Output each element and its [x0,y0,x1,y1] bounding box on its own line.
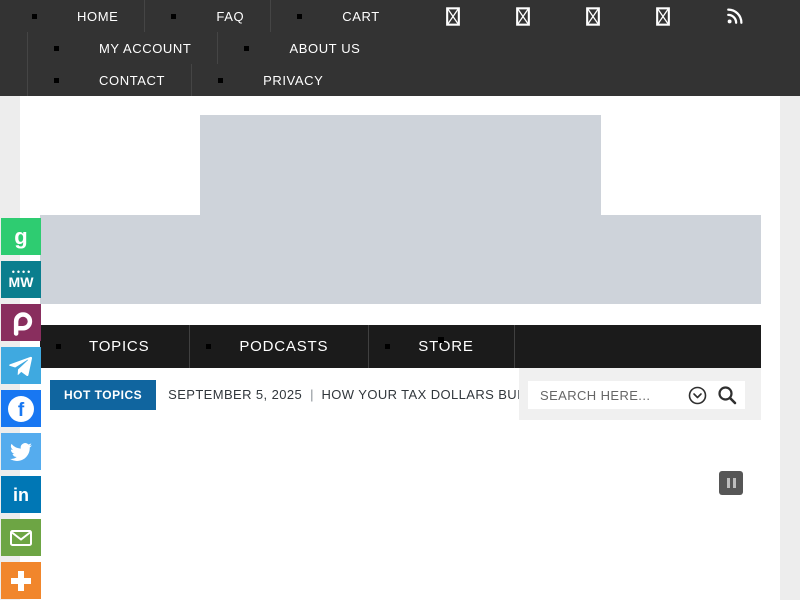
ticker-headline-link[interactable]: HOW YOUR TAX DOLLARS BUILT [322,387,520,402]
mewe-icon: ••••MW [9,270,34,289]
social-link-2[interactable] [516,7,530,26]
submenu-indicator-icon [438,337,444,343]
telegram-icon [9,354,33,378]
social-link-3[interactable] [586,7,600,26]
share-more-button[interactable] [1,562,41,599]
nav-item-home[interactable]: HOME [6,0,144,32]
nav-item-my-account[interactable]: MY ACCOUNT [27,32,217,64]
nav-item-contact[interactable]: CONTACT [27,64,191,96]
social-link-1[interactable] [446,7,460,26]
missing-glyph-icon [586,7,600,26]
search-filter-toggle[interactable] [686,384,709,407]
nav-item-faq[interactable]: FAQ [144,0,270,32]
utility-menu-row-3: CONTACT PRIVACY [0,64,800,96]
plus-icon [11,571,31,591]
social-link-4[interactable] [656,7,670,26]
search-input[interactable] [528,388,686,403]
parler-icon [8,310,34,336]
logo-placeholder [200,115,601,215]
facebook-icon: f [8,396,34,422]
missing-glyph-icon [446,7,460,26]
nav-item-about-us[interactable]: ABOUT US [217,32,386,64]
twitter-icon [10,441,32,463]
pause-icon [733,478,736,488]
hot-topics-badge: HOT TOPICS [50,380,156,410]
share-mewe-button[interactable]: ••••MW [1,261,41,298]
ticker-pause-button[interactable] [719,471,743,495]
search-submit-button[interactable] [715,383,739,407]
nav-item-privacy[interactable]: PRIVACY [191,64,349,96]
bullet-icon [206,344,211,349]
main-nav-item-topics[interactable]: TOPICS [40,325,190,368]
top-utility-bar: HOME FAQ CART MY ACCOUNT ABOUT US CONTAC… [0,0,800,96]
ticker-separator: | [310,387,313,402]
linkedin-icon: in [13,486,29,504]
main-nav: TOPICS PODCASTS STORE [40,325,761,368]
bullet-icon [54,46,59,51]
nav-label: CART [342,9,380,24]
main-nav-label: TOPICS [89,338,149,355]
main-nav-item-podcasts[interactable]: PODCASTS [190,325,369,368]
missing-glyph-icon [656,7,670,26]
bullet-icon [171,14,176,19]
news-ticker: HOT TOPICS SEPTEMBER 5, 2025 | HOW YOUR … [40,369,519,420]
bullet-icon [54,78,59,83]
share-facebook-button[interactable]: f [1,390,41,427]
share-linkedin-button[interactable]: in [1,476,41,513]
share-telegram-button[interactable] [1,347,41,384]
bullet-icon [244,46,249,51]
main-nav-label: STORE [418,338,473,355]
nav-label: MY ACCOUNT [99,41,191,56]
missing-glyph-icon [516,7,530,26]
share-email-button[interactable] [1,519,41,556]
search-icon [717,385,737,405]
ticker-date: SEPTEMBER 5, 2025 [168,387,302,402]
nav-item-cart[interactable]: CART [270,0,406,32]
nav-label: FAQ [216,9,244,24]
hot-topics-bar: HOT TOPICS SEPTEMBER 5, 2025 | HOW YOUR … [40,369,761,420]
share-twitter-button[interactable] [1,433,41,470]
webpage: HOME FAQ CART MY ACCOUNT ABOUT US CONTAC… [0,0,800,600]
nav-label: CONTACT [99,73,165,88]
nav-label: PRIVACY [263,73,323,88]
bullet-icon [385,344,390,349]
bullet-icon [297,14,302,19]
share-parler-button[interactable] [1,304,41,341]
search-box [528,381,745,409]
gab-icon: g [14,226,27,248]
pause-icon [727,478,730,488]
page-body: TOPICS PODCASTS STORE HOT TOPICS SEPTEMB… [20,96,780,600]
main-nav-item-store[interactable]: STORE [369,325,514,368]
nav-label: HOME [77,9,118,24]
nav-label: ABOUT US [289,41,360,56]
rss-icon [726,7,744,25]
email-icon [9,528,33,548]
header-social-links [446,0,744,32]
share-sidebar: g ••••MW f in [1,218,41,600]
search-panel [519,368,761,420]
share-gab-button[interactable]: g [1,218,41,255]
bullet-icon [32,14,37,19]
utility-menu-row-2: MY ACCOUNT ABOUT US [0,32,800,64]
rss-link[interactable] [726,7,744,25]
banner-placeholder [40,215,761,304]
chevron-down-circle-icon [688,386,707,405]
main-nav-label: PODCASTS [239,338,328,355]
bullet-icon [218,78,223,83]
bullet-icon [56,344,61,349]
